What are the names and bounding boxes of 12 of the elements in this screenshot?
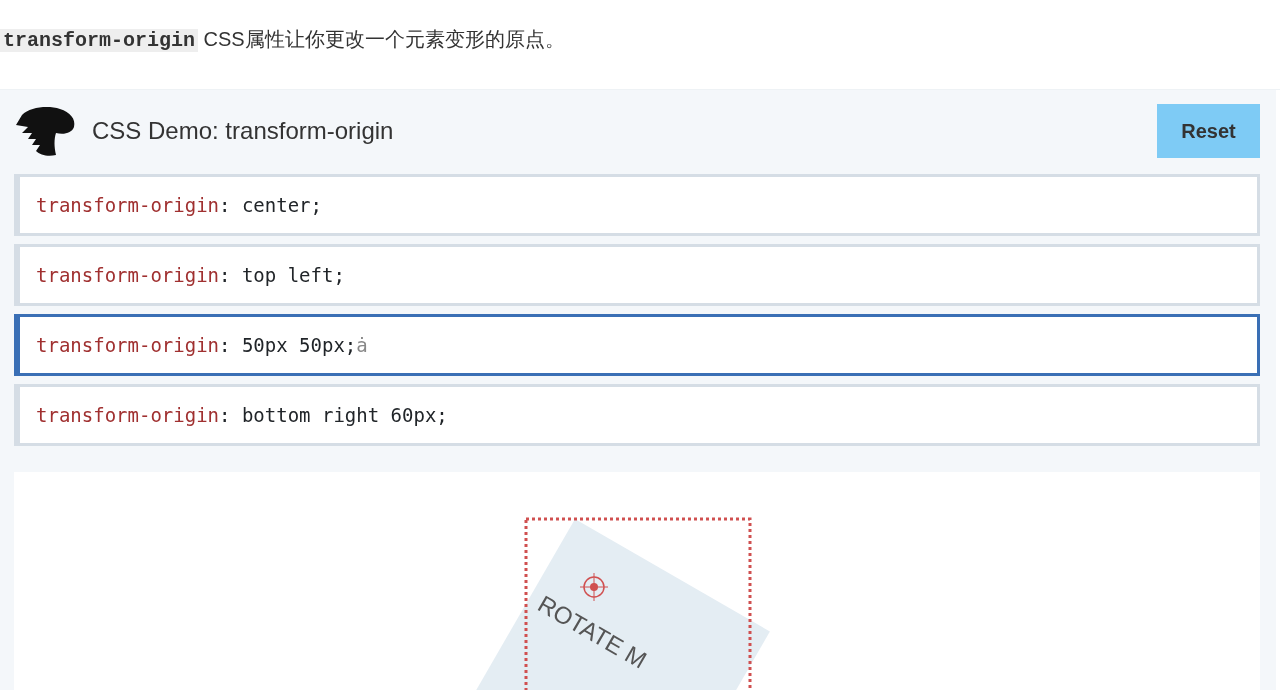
code-line: transform-origin: top left; <box>36 262 345 288</box>
code-line: transform-origin: bottom right 60px; <box>36 402 448 428</box>
code-option[interactable]: transform-origin: bottom right 60px; <box>14 384 1260 446</box>
code-option[interactable]: transform-origin: 50px 50px;ȧ <box>14 314 1260 376</box>
reset-button[interactable]: Reset <box>1157 104 1260 158</box>
code-option[interactable]: transform-origin: center; <box>14 174 1260 236</box>
code-line: transform-origin: 50px 50px; <box>36 332 357 358</box>
code-option[interactable]: transform-origin: top left; <box>14 244 1260 306</box>
code-line: transform-origin: center; <box>36 192 322 218</box>
dinosaur-head-icon <box>14 105 76 157</box>
demo-title: CSS Demo: transform-origin <box>92 116 394 146</box>
cursor-mark: ȧ <box>356 332 368 358</box>
